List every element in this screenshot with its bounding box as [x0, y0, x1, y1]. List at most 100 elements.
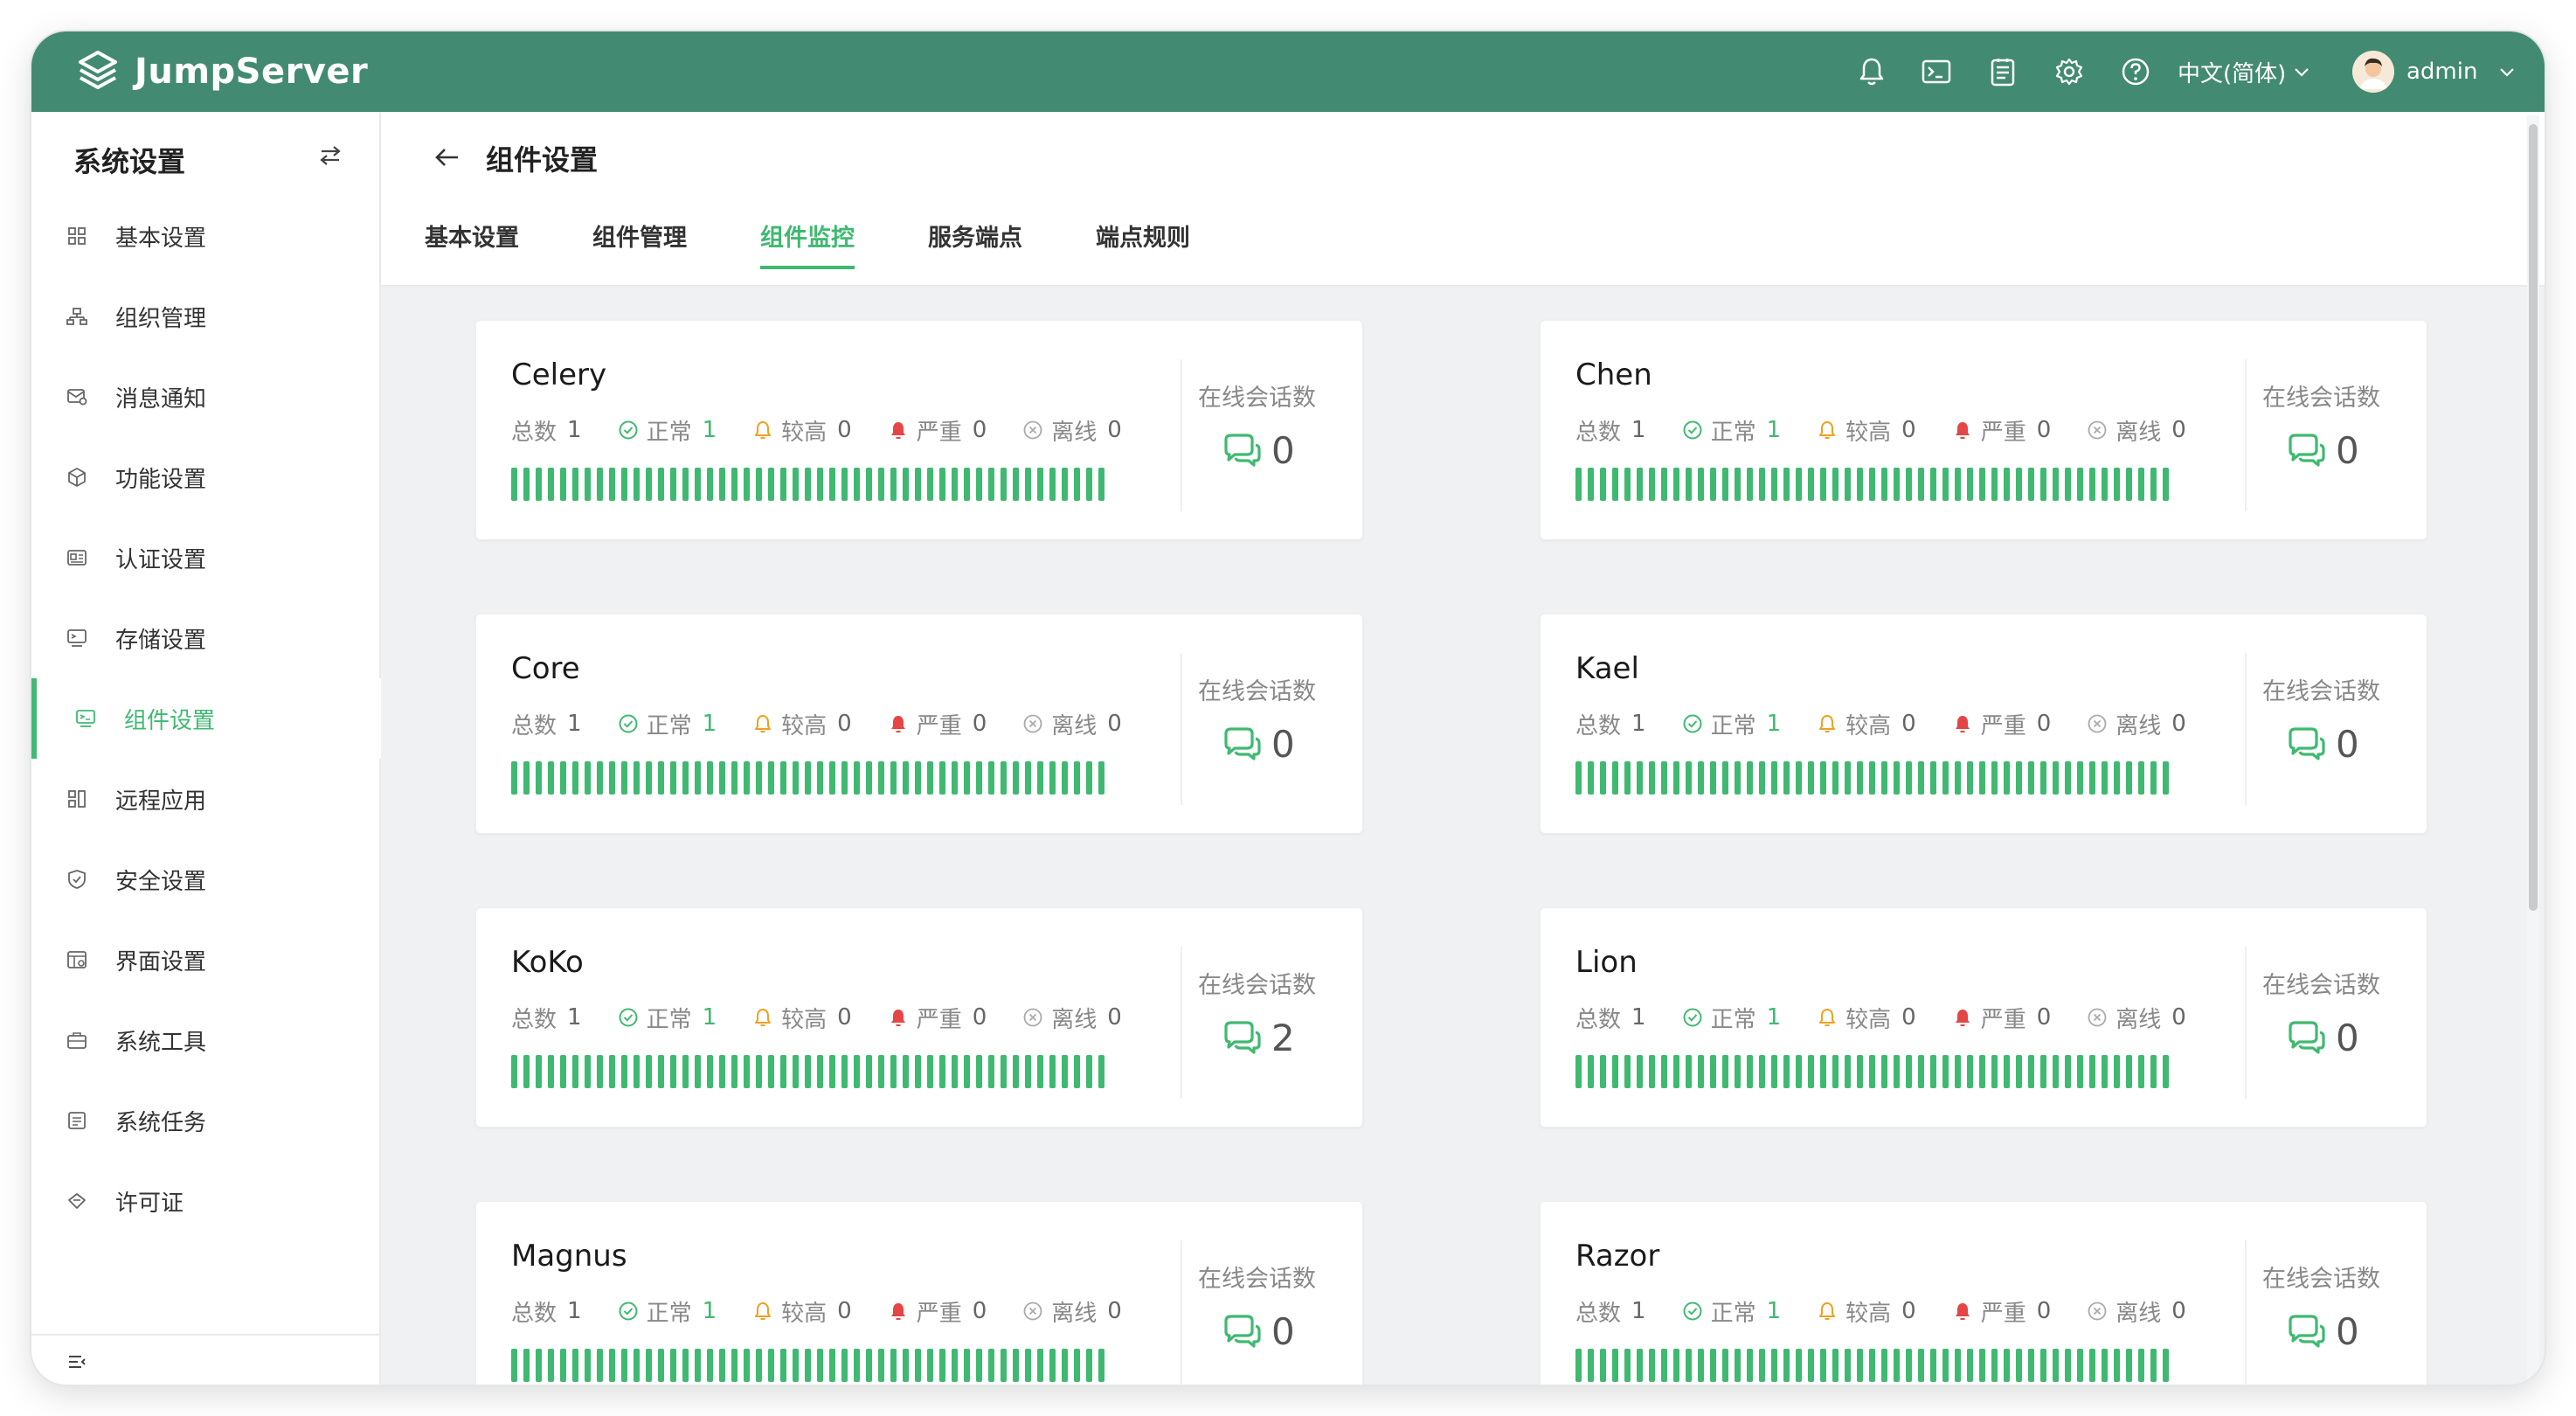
tab-component-management[interactable]: 组件管理: [592, 206, 687, 287]
stat-normal: 正常 1: [1681, 1002, 1781, 1034]
stat-label: 严重: [916, 712, 962, 739]
sidebar-item-feature[interactable]: 功能设置: [31, 437, 381, 517]
sidebar-item-license[interactable]: 许可证: [31, 1161, 381, 1241]
scrollbar-thumb[interactable]: [2529, 124, 2538, 911]
health-bar-segment: [780, 468, 786, 501]
tab-endpoint-rules[interactable]: 端点规则: [1096, 206, 1190, 287]
health-bar-segment: [1942, 761, 1949, 795]
online-sessions[interactable]: 0: [2285, 424, 2359, 476]
sidebar-item-label: 系统任务: [115, 1109, 207, 1136]
component-card-magnus[interactable]: Magnus 总数 1 正常 1 较高 0 严重 0 离线 0 在线会话数 0: [475, 1201, 1363, 1385]
arrow-left-icon[interactable]: [426, 136, 468, 178]
health-bar-segment: [1930, 468, 1936, 501]
health-bar-segment: [536, 761, 542, 795]
online-sessions[interactable]: 0: [1221, 424, 1295, 476]
online-sessions-label: 在线会话数: [1198, 678, 1316, 705]
tab-component-monitoring[interactable]: 组件监控: [760, 206, 855, 287]
health-bar: [511, 761, 1114, 796]
health-bar-segment: [719, 468, 725, 501]
health-bar-segment: [1673, 1055, 1679, 1088]
stat-value: 1: [1766, 1298, 1782, 1324]
stat-label: 总数: [511, 712, 557, 739]
sidebar-item-tasks[interactable]: 系统任务: [31, 1080, 381, 1161]
health-bar-segment: [1967, 761, 1973, 795]
health-bar-segment: [1881, 1055, 1887, 1088]
active-indicator: [31, 678, 37, 759]
sidebar-item-message[interactable]: 消息通知: [31, 357, 381, 437]
check-circle-icon: [1681, 1300, 1704, 1322]
sidebar-item-basic[interactable]: 基本设置: [31, 196, 381, 276]
online-sessions[interactable]: 0: [2285, 718, 2359, 770]
swap-icon[interactable]: [311, 136, 350, 175]
health-bar-segment: [988, 468, 994, 501]
health-bar-segment: [768, 761, 774, 795]
online-sessions[interactable]: 0: [1221, 718, 1295, 770]
health-bar-segment: [2126, 468, 2132, 501]
sidebar-item-label: 认证设置: [115, 546, 207, 573]
component-card-koko[interactable]: KoKo 总数 1 正常 1 较高 0 严重 0 离线 0 在线会话数 2: [475, 907, 1363, 1128]
chat-bubbles-icon: [2289, 1021, 2325, 1054]
online-sessions[interactable]: 2: [1221, 1011, 1295, 1064]
tab-basic-settings[interactable]: 基本设置: [425, 206, 519, 287]
component-card-lion[interactable]: Lion 总数 1 正常 1 较高 0 严重 0 离线 0 在线会话数 0: [1540, 907, 2427, 1128]
health-bar-segment: [646, 468, 652, 501]
health-bar-segment: [1869, 1055, 1875, 1088]
stat-label: 较高: [1845, 419, 1892, 446]
health-bar-segment: [731, 761, 737, 795]
stat-label: 总数: [1575, 712, 1622, 739]
health-bar-segment: [2138, 468, 2144, 501]
help-icon[interactable]: [2116, 52, 2155, 91]
online-sessions[interactable]: 0: [1221, 1305, 1295, 1357]
tab-label: 组件监控: [760, 225, 855, 252]
health-bar-segment: [536, 1349, 542, 1382]
logo[interactable]: JumpServer: [73, 44, 368, 100]
sidebar-item-tools[interactable]: 系统工具: [31, 1000, 381, 1080]
online-sessions[interactable]: 0: [2285, 1305, 2359, 1357]
terminal-icon[interactable]: [1917, 52, 1956, 91]
sidebar-item-remote-app[interactable]: 远程应用: [31, 759, 381, 839]
check-circle-icon: [617, 1300, 640, 1322]
vertical-scrollbar[interactable]: [2527, 115, 2539, 1383]
sidebar-item-security[interactable]: 安全设置: [31, 839, 381, 920]
bell-icon[interactable]: [1852, 52, 1891, 91]
sidebar-item-org[interactable]: 组织管理: [31, 276, 381, 357]
user-menu[interactable]: admin: [2352, 44, 2516, 100]
sidebar-item-component[interactable]: 组件设置: [31, 678, 381, 759]
card-divider: [1181, 1240, 1182, 1385]
sidebar-item-label: 界面设置: [115, 948, 207, 975]
notes-icon[interactable]: [1984, 52, 2022, 91]
online-sessions-label: 在线会话数: [2262, 1266, 2380, 1293]
stat-value: 1: [702, 1298, 717, 1324]
stat-label: 总数: [1575, 1006, 1622, 1033]
tab-service-endpoints[interactable]: 服务端点: [928, 206, 1022, 287]
sidebar-item-interface[interactable]: 界面设置: [31, 920, 381, 1000]
sidebar-item-storage[interactable]: 存储设置: [31, 598, 381, 678]
component-card-celery[interactable]: Celery 总数 1 正常 1 较高 0 严重 0 离线 0 在线会话数 0: [475, 320, 1363, 540]
health-bar-segment: [1098, 1055, 1104, 1088]
stat-total: 总数 1: [511, 708, 582, 740]
health-bar-segment: [890, 761, 897, 795]
health-bar-segment: [621, 468, 627, 501]
component-card-chen[interactable]: Chen 总数 1 正常 1 较高 0 严重 0 离线 0 在线会话数 0: [1540, 320, 2427, 540]
component-card-kael[interactable]: Kael 总数 1 正常 1 较高 0 严重 0 离线 0 在线会话数 0: [1540, 614, 2427, 834]
stat-label: 严重: [1980, 1300, 2026, 1327]
health-bar-segment: [731, 1055, 737, 1088]
component-card-razor[interactable]: Razor 总数 1 正常 1 较高 0 严重 0 离线 0 在线会话数 0: [1540, 1201, 2427, 1385]
language-selector[interactable]: 中文(简体): [2178, 51, 2310, 93]
sidebar-item-auth[interactable]: 认证设置: [31, 517, 381, 598]
health-bar-segment: [2016, 468, 2022, 501]
online-sessions[interactable]: 0: [2285, 1011, 2359, 1064]
stat-label: 离线: [1051, 1300, 1098, 1327]
stat-critical: 严重 0: [1951, 1002, 2051, 1034]
bell-filled-icon: [1951, 1006, 1974, 1029]
health-bar-segment: [890, 1055, 897, 1088]
health-bar-segment: [646, 761, 652, 795]
collapse-menu-icon[interactable]: [63, 1348, 91, 1376]
health-bar-segment: [1588, 761, 1594, 795]
health-bar-segment: [1820, 1349, 1826, 1382]
component-card-core[interactable]: Core 总数 1 正常 1 较高 0 严重 0 离线 0 在线会话数 0: [475, 614, 1363, 834]
component-name: Razor: [1575, 1239, 1660, 1274]
settings-icon[interactable]: [2050, 52, 2088, 91]
health-bar-segment: [915, 468, 921, 501]
health-bar-segment: [1049, 1055, 1056, 1088]
